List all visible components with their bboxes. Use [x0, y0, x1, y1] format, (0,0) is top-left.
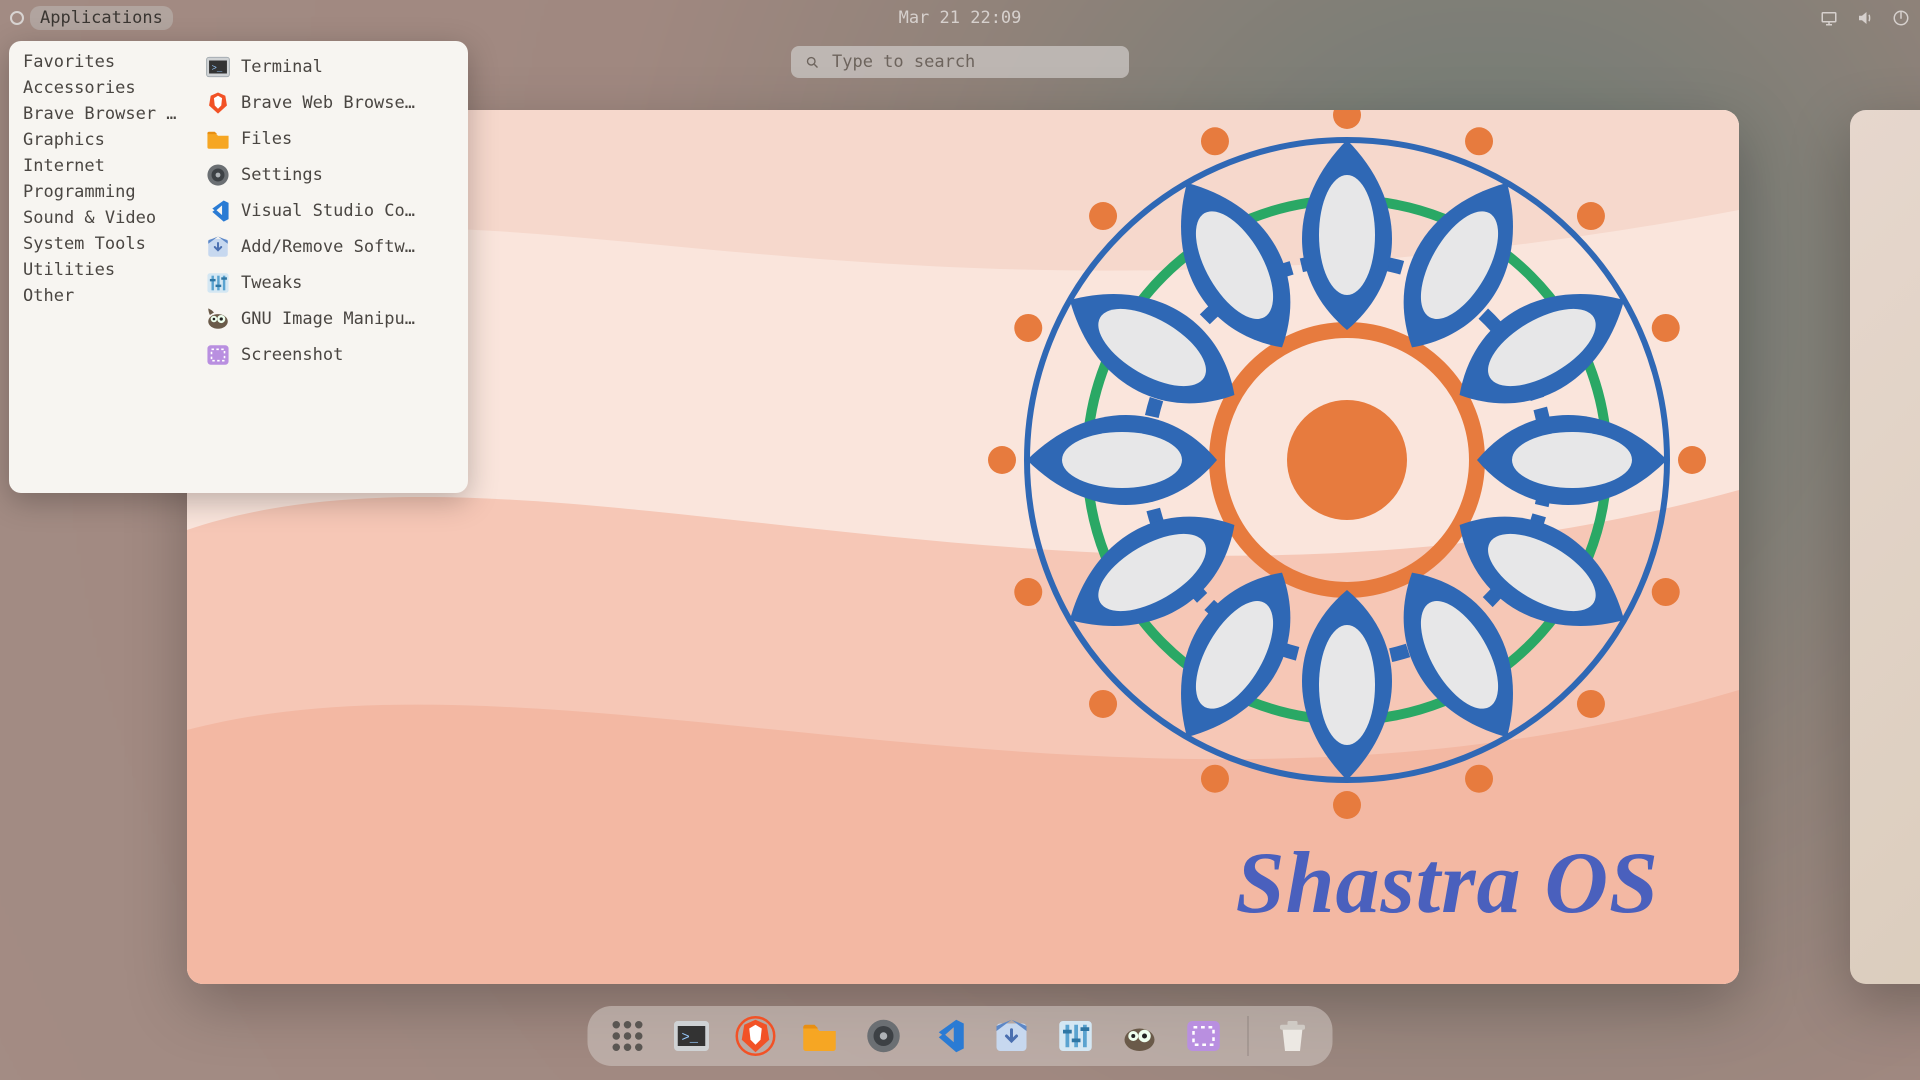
category-sound-video[interactable]: Sound & Video: [9, 205, 191, 231]
menu-app-label: GNU Image Manipu…: [241, 309, 415, 329]
category-favorites[interactable]: Favorites: [9, 49, 191, 75]
brave-icon[interactable]: [736, 1016, 776, 1056]
menu-app-label: Files: [241, 129, 292, 149]
tweaks-icon[interactable]: [1056, 1016, 1096, 1056]
category-utilities[interactable]: Utilities: [9, 257, 191, 283]
menu-app-tweaks[interactable]: Tweaks: [191, 265, 468, 301]
folder-icon: [205, 126, 231, 152]
folder-icon[interactable]: [800, 1016, 840, 1056]
applications-menu: Favorites Accessories Brave Browser Be… …: [9, 41, 468, 493]
menu-app-files[interactable]: Files: [191, 121, 468, 157]
category-other[interactable]: Other: [9, 283, 191, 309]
gimp-icon: [205, 306, 231, 332]
category-internet[interactable]: Internet: [9, 153, 191, 179]
os-brand-text: Shastra OS: [1236, 833, 1659, 934]
category-accessories[interactable]: Accessories: [9, 75, 191, 101]
top-bar: Applications Mar 21 22:09: [0, 0, 1920, 36]
search-placeholder: Type to search: [832, 52, 975, 72]
terminal-icon: >_: [205, 54, 231, 80]
dock-divider: [1248, 1016, 1249, 1056]
menu-app-screenshot[interactable]: Screenshot: [191, 337, 468, 373]
menu-app-label: Add/Remove Softw…: [241, 237, 415, 257]
settings-icon: [205, 162, 231, 188]
vscode-icon: [205, 198, 231, 224]
brave-icon: [205, 90, 231, 116]
menu-app-label: Terminal: [241, 57, 323, 77]
menu-apps: >_ Terminal Brave Web Browse… Files Sett…: [191, 41, 468, 493]
menu-app-software[interactable]: Add/Remove Softw…: [191, 229, 468, 265]
menu-app-vscode[interactable]: Visual Studio Co…: [191, 193, 468, 229]
software-icon[interactable]: [992, 1016, 1032, 1056]
menu-app-label: Tweaks: [241, 273, 302, 293]
menu-app-terminal[interactable]: >_ Terminal: [191, 49, 468, 85]
category-programming[interactable]: Programming: [9, 179, 191, 205]
applications-button[interactable]: Applications: [30, 6, 173, 30]
workspace-preview-next[interactable]: [1850, 110, 1920, 984]
svg-text:>_: >_: [682, 1031, 699, 1046]
tweaks-icon: [205, 270, 231, 296]
menu-app-label: Settings: [241, 165, 323, 185]
menu-app-settings[interactable]: Settings: [191, 157, 468, 193]
category-system-tools[interactable]: System Tools: [9, 231, 191, 257]
clock[interactable]: Mar 21 22:09: [899, 8, 1022, 28]
settings-icon[interactable]: [864, 1016, 904, 1056]
menu-app-label: Visual Studio Co…: [241, 201, 415, 221]
svg-text:>_: >_: [212, 63, 223, 73]
category-graphics[interactable]: Graphics: [9, 127, 191, 153]
power-icon[interactable]: [1892, 9, 1910, 27]
gimp-icon[interactable]: [1120, 1016, 1160, 1056]
dock: >_: [588, 1006, 1333, 1066]
menu-app-label: Screenshot: [241, 345, 343, 365]
search-icon: [805, 55, 820, 70]
screen-icon[interactable]: [1820, 9, 1838, 27]
menu-app-brave[interactable]: Brave Web Browse…: [191, 85, 468, 121]
screenshot-icon: [205, 342, 231, 368]
software-icon: [205, 234, 231, 260]
apps-grid-icon[interactable]: [608, 1016, 648, 1056]
menu-app-gimp[interactable]: GNU Image Manipu…: [191, 301, 468, 337]
volume-icon[interactable]: [1856, 9, 1874, 27]
search-input[interactable]: Type to search: [791, 46, 1129, 78]
vscode-icon[interactable]: [928, 1016, 968, 1056]
trash-icon[interactable]: [1273, 1016, 1313, 1056]
menu-app-label: Brave Web Browse…: [241, 93, 415, 113]
screenshot-icon[interactable]: [1184, 1016, 1224, 1056]
category-brave[interactable]: Brave Browser Be…: [9, 101, 191, 127]
terminal-icon[interactable]: >_: [672, 1016, 712, 1056]
menu-categories: Favorites Accessories Brave Browser Be… …: [9, 41, 191, 493]
activities-icon[interactable]: [10, 11, 24, 25]
